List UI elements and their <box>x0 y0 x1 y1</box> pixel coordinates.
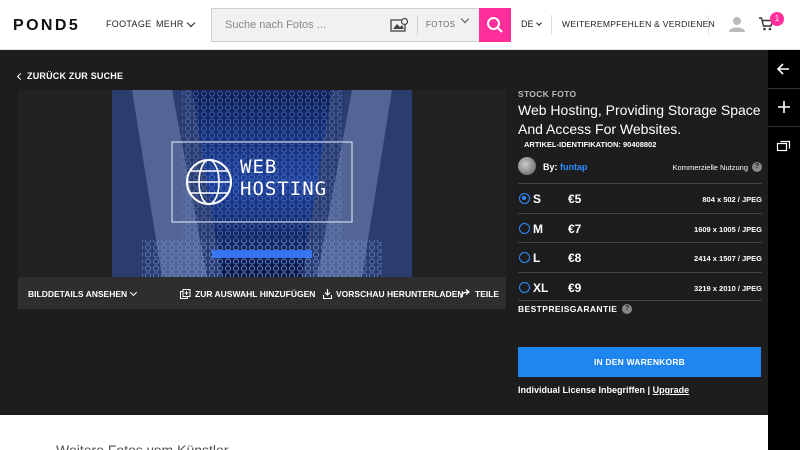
download-preview-label: VORSCHAU HERUNTERLADEN <box>336 289 464 299</box>
header-divider <box>708 15 709 35</box>
search-input[interactable]: Suche nach Fotos ... <box>225 19 326 31</box>
license-info: Individual License Inbegriffen | Upgrade <box>518 385 689 395</box>
site-header: POND5 FOOTAGE MEHR Suche nach Fotos ... … <box>0 0 800 50</box>
search-category-select[interactable]: FOTOS <box>426 20 455 29</box>
add-to-selection-button[interactable]: ZUR AUSWAHL HINZUFÜGEN <box>180 289 315 299</box>
radio[interactable] <box>519 222 530 234</box>
download-preview-button[interactable]: VORSCHAU HERUNTERLADEN <box>323 289 464 299</box>
rail-add-button[interactable] <box>768 88 800 126</box>
collections-icon <box>776 140 791 152</box>
chevron-down-icon <box>130 288 138 297</box>
size-dimensions: 804 x 502 / JPEG <box>702 195 762 204</box>
product-detail-area: ZURÜCK ZUR SUCHE WEB HOSTING BILDDETAILS… <box>0 50 768 415</box>
language-label: DE <box>521 19 534 29</box>
size-label: XL <box>533 280 549 295</box>
size-label: S <box>533 192 542 206</box>
radio-selected[interactable] <box>519 193 530 204</box>
size-option-l[interactable]: L €8 2414 x 1507 / JPEG <box>518 242 762 272</box>
cart-count-badge: 1 <box>770 12 784 26</box>
photo-text-line: HOSTING <box>240 178 328 200</box>
user-icon[interactable] <box>728 15 746 33</box>
product-photo[interactable]: WEB HOSTING <box>112 90 412 277</box>
photo-text: WEB HOSTING <box>240 156 327 200</box>
share-icon <box>460 289 471 299</box>
best-price-guarantee: BESTPREISGARANTIE ? <box>518 304 633 314</box>
product-type: STOCK FOTO <box>518 89 577 99</box>
add-to-cart-button[interactable]: IN DEN WARENKORB <box>518 347 761 377</box>
share-label: TEILE <box>475 289 500 299</box>
radio[interactable] <box>519 252 530 263</box>
size-price: €9 <box>568 280 582 295</box>
nav-mehr-label: MEHR <box>156 19 184 29</box>
size-price: €8 <box>568 251 582 265</box>
rail-back-button[interactable] <box>768 50 800 88</box>
size-label: M <box>533 221 543 236</box>
avatar[interactable] <box>518 157 536 175</box>
usage-info: Kommerzielle Nutzung ? <box>673 162 762 172</box>
author-link[interactable]: funtap <box>560 162 588 172</box>
size-option-m[interactable]: M €7 1609 x 1005 / JPEG <box>518 212 762 243</box>
nav-footage[interactable]: FOOTAGE <box>106 19 151 29</box>
image-toolbar: BILDDETAILS ANSEHEN ZUR AUSWAHL HINZUFÜG… <box>18 277 506 309</box>
size-dimensions: 3219 x 2010 / JPEG <box>694 283 762 293</box>
best-price-label: BESTPREISGARANTIE <box>518 304 618 314</box>
info-icon[interactable]: ? <box>752 162 762 172</box>
side-rail <box>768 50 800 450</box>
size-label: L <box>533 251 541 265</box>
plus-icon <box>778 101 790 113</box>
view-details-label: BILDDETAILS ANSEHEN <box>28 289 128 299</box>
search-icon <box>487 17 503 33</box>
author-row: By: funtap Kommerzielle Nutzung ? <box>518 157 762 177</box>
size-option-s[interactable]: S €5 804 x 502 / JPEG <box>518 183 762 213</box>
license-label: Individual License Inbegriffen <box>518 385 646 395</box>
nav-mehr[interactable]: MEHR <box>156 18 195 29</box>
add-to-selection-label: ZUR AUSWAHL HINZUFÜGEN <box>195 289 316 299</box>
language-selector[interactable]: DE <box>521 19 542 29</box>
size-option-xl[interactable]: XL €9 3219 x 2010 / JPEG <box>518 271 762 301</box>
upgrade-link[interactable]: Upgrade <box>653 385 690 395</box>
size-price: €7 <box>568 221 582 236</box>
size-options: S €5 804 x 502 / JPEG M €7 1609 x 1005 /… <box>518 183 762 301</box>
article-id: ARTIKEL-IDENTIFIKATION: 90408802 <box>524 140 657 149</box>
arrow-left-icon <box>776 63 789 75</box>
search-bar: Suche nach Fotos ... FOTOS <box>211 8 511 42</box>
more-section: Weitere Fotos vom Künstler <box>0 415 768 450</box>
image-search-icon[interactable] <box>390 18 408 32</box>
rail-collections-button[interactable] <box>768 126 800 164</box>
usage-label: Kommerzielle Nutzung <box>672 162 748 172</box>
back-to-search-link[interactable]: ZURÜCK ZUR SUCHE <box>16 71 124 81</box>
refer-link[interactable]: WEITEREMPFEHLEN & VERDIENEN <box>562 19 715 29</box>
chevron-down-icon <box>535 19 542 26</box>
image-preview: WEB HOSTING <box>18 90 506 277</box>
chevron-left-icon <box>16 72 25 80</box>
view-details-button[interactable]: BILDDETAILS ANSEHEN <box>28 288 138 299</box>
product-title: Web Hosting, Providing Storage Space And… <box>518 102 761 137</box>
size-price: €5 <box>568 192 582 206</box>
photo-text-line: WEB <box>240 156 278 178</box>
radio[interactable] <box>519 281 530 293</box>
author-byline: By: funtap <box>543 162 588 172</box>
add-collection-icon <box>180 289 191 299</box>
back-label: ZURÜCK ZUR SUCHE <box>27 71 124 81</box>
info-icon[interactable]: ? <box>622 304 633 314</box>
size-dimensions: 2414 x 1507 / JPEG <box>694 254 762 263</box>
search-button[interactable] <box>479 8 511 42</box>
share-button[interactable]: TEILE <box>460 289 499 299</box>
by-label: By: <box>543 162 558 172</box>
header-divider <box>551 15 552 35</box>
download-icon <box>323 289 332 299</box>
chevron-down-icon <box>186 18 195 27</box>
search-divider <box>417 16 418 35</box>
size-dimensions: 1609 x 1005 / JPEG <box>694 224 762 234</box>
chevron-down-icon <box>460 14 470 24</box>
more-from-artist-heading: Weitere Fotos vom Künstler <box>56 442 229 450</box>
logo[interactable]: POND5 <box>13 17 80 35</box>
